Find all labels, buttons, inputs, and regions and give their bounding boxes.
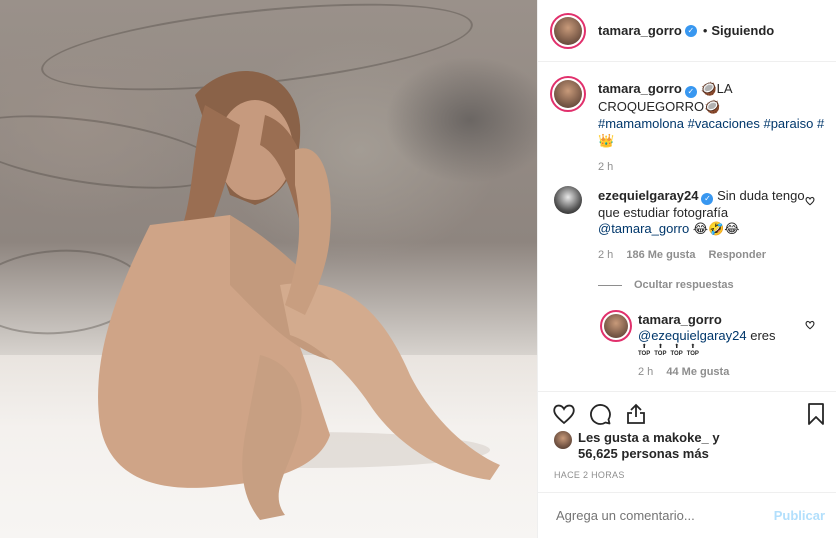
comment-time[interactable]: 2 h	[598, 249, 613, 261]
top-badge: ⬆ TOP	[670, 344, 683, 357]
comment-likes[interactable]: 186 Me gusta	[626, 249, 695, 261]
avatar[interactable]	[554, 431, 572, 449]
caption-body: tamara_gorro ✓ 🥥LA CROQUEGORRO🥥 #mamamolo…	[598, 80, 828, 176]
separator-dot: •	[702, 23, 708, 38]
avatar[interactable]	[550, 12, 586, 49]
verified-icon: ✓	[684, 85, 697, 98]
comment-mention[interactable]: @tamara_gorro	[598, 221, 689, 236]
avatar[interactable]	[550, 76, 586, 112]
heart-icon[interactable]	[552, 402, 576, 426]
verified-icon: ✓	[701, 193, 714, 205]
post-header: tamara_gorro ✓ • Siguiendo	[538, 0, 836, 62]
avatar[interactable]	[600, 310, 632, 342]
reply-body: tamara_gorro @ezequielgaray24 eres ⬆ TOP …	[638, 312, 818, 380]
hide-replies-toggle[interactable]: Ocultar respuestas	[598, 277, 818, 293]
reply-username[interactable]: tamara_gorro	[638, 312, 722, 327]
reply-text: eres	[750, 328, 776, 343]
reply-mention[interactable]: @ezequielgaray24	[638, 328, 747, 343]
verified-icon: ✓	[684, 24, 697, 37]
caption-hashtags[interactable]: #mamamolona #vacaciones #paraiso #	[598, 116, 824, 131]
divider	[598, 284, 622, 286]
reply-button[interactable]: Responder	[709, 249, 766, 261]
caption-emoji: 🥥	[704, 98, 721, 114]
comment-username[interactable]: ezequielgaray24	[598, 188, 698, 203]
caption-time[interactable]: 2 h	[598, 159, 828, 176]
caption-emoji: 🥥	[700, 81, 717, 96]
share-icon[interactable]	[624, 402, 648, 426]
likes-line: Les gusta a makoke_ y	[578, 430, 720, 445]
post-details-panel: tamara_gorro ✓ • Siguiendo tamara_gorro ✓…	[537, 0, 836, 538]
comment-icon[interactable]	[588, 402, 612, 426]
likes-line: 56,625 personas más	[578, 446, 709, 461]
post-actions	[538, 391, 836, 425]
top-badges: ⬆ TOP ⬆ TOP ⬆ TOP ⬆ TOP	[638, 344, 818, 358]
top-badge: ⬆ TOP	[686, 344, 699, 357]
top-badge: ⬆ TOP	[638, 344, 651, 357]
post-author-username[interactable]: tamara_gorro	[598, 23, 682, 38]
comment-body: ezequielgaray24 ✓ Sin duda tengo que estu…	[598, 188, 818, 293]
heart-icon[interactable]	[805, 196, 815, 206]
comment-input[interactable]	[554, 507, 774, 524]
bookmark-icon[interactable]	[804, 402, 828, 426]
top-badge: ⬆ TOP	[654, 344, 667, 357]
comment-emojis: 😂🤣😂	[692, 221, 740, 236]
avatar[interactable]	[554, 186, 582, 214]
reply-time[interactable]: 2 h	[638, 366, 653, 378]
seated-figure	[98, 71, 500, 520]
reply-likes[interactable]: 44 Me gusta	[666, 366, 729, 378]
comment-meta: 2 h 186 Me gusta Responder	[598, 247, 818, 263]
post-photo[interactable]	[0, 0, 537, 538]
heart-icon[interactable]	[805, 320, 815, 330]
likes-text[interactable]: Les gusta a makoke_ y 56,625 personas má…	[578, 430, 818, 462]
hide-replies-label: Ocultar respuestas	[634, 279, 734, 291]
caption-username[interactable]: tamara_gorro	[598, 81, 682, 96]
publish-button[interactable]: Publicar	[774, 508, 825, 523]
following-button[interactable]: Siguiendo	[711, 23, 774, 38]
caption-emoji: 👑	[598, 132, 615, 148]
add-comment-bar: Publicar	[538, 492, 836, 538]
posted-ago[interactable]: HACE 2 HORAS	[554, 470, 625, 480]
reply-meta: 2 h 44 Me gusta	[638, 364, 818, 380]
